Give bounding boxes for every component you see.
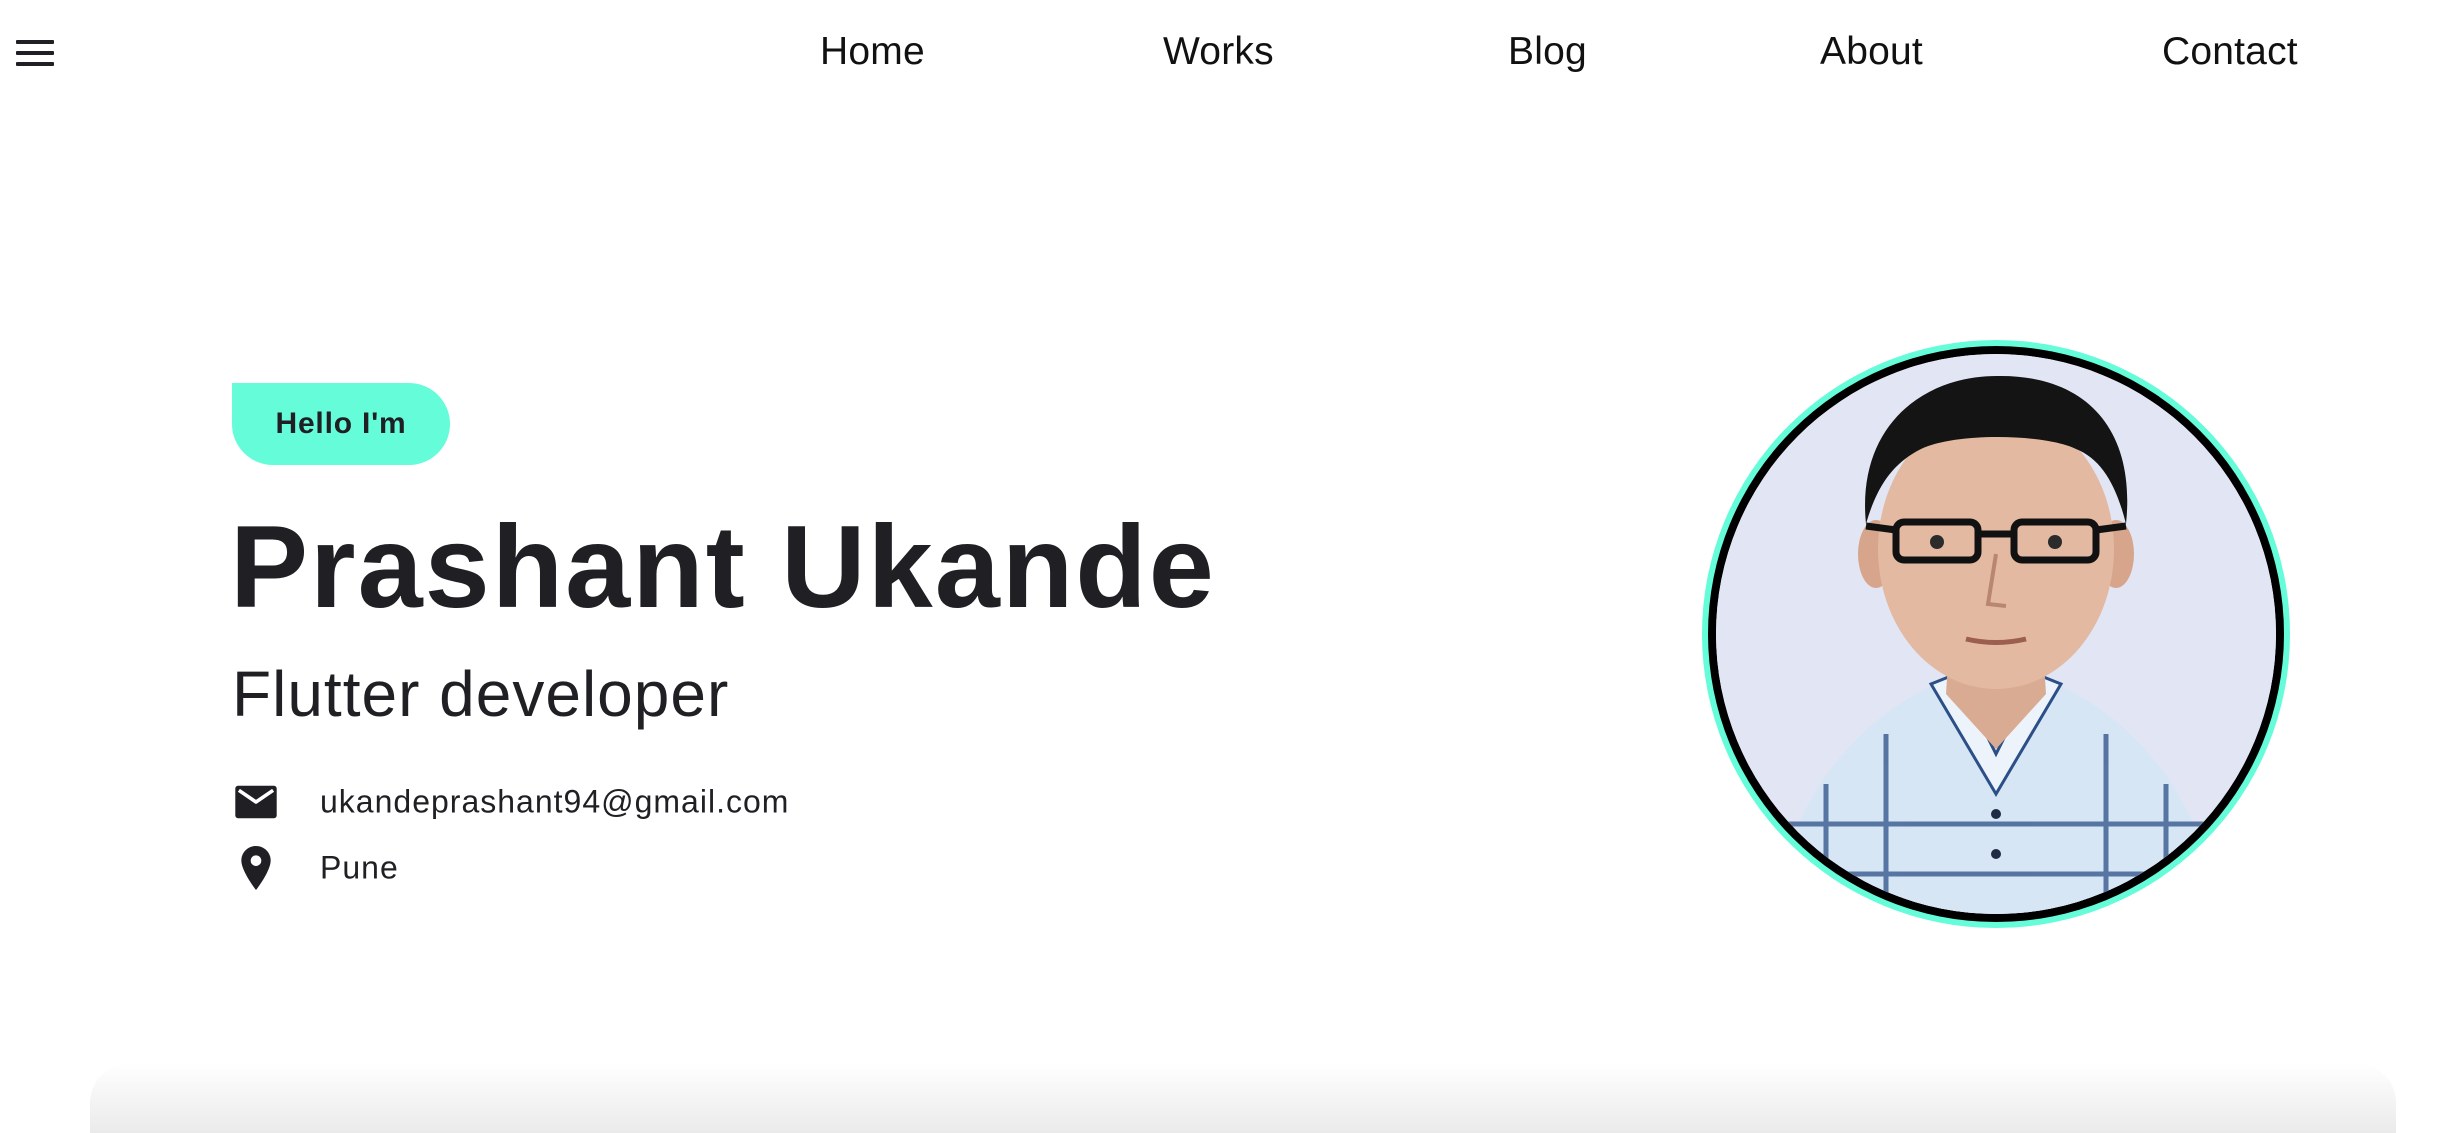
hero-name: Prashant Ukande [230, 501, 1216, 632]
nav-about[interactable]: About [1820, 30, 1923, 74]
email-text[interactable]: ukandeprashant94@gmail.com [320, 784, 789, 821]
nav-contact[interactable]: Contact [2162, 30, 2298, 74]
profile-photo [1716, 354, 2276, 914]
nav-works[interactable]: Works [1163, 30, 1274, 74]
hero-role: Flutter developer [232, 658, 730, 730]
avatar [1702, 340, 2290, 928]
greeting-badge: Hello I'm [232, 383, 450, 465]
section-divider-shadow [90, 1063, 2396, 1133]
location-text: Pune [320, 849, 399, 886]
hamburger-menu-icon[interactable] [14, 36, 56, 70]
location-row: Pune [232, 846, 398, 890]
nav-home[interactable]: Home [820, 30, 925, 74]
mail-icon [232, 780, 280, 824]
location-pin-icon [232, 846, 280, 890]
nav-blog[interactable]: Blog [1508, 30, 1587, 74]
portfolio-page: Home Works Blog About Contact Hello I'm … [0, 0, 2456, 1133]
email-row: ukandeprashant94@gmail.com [232, 780, 788, 824]
